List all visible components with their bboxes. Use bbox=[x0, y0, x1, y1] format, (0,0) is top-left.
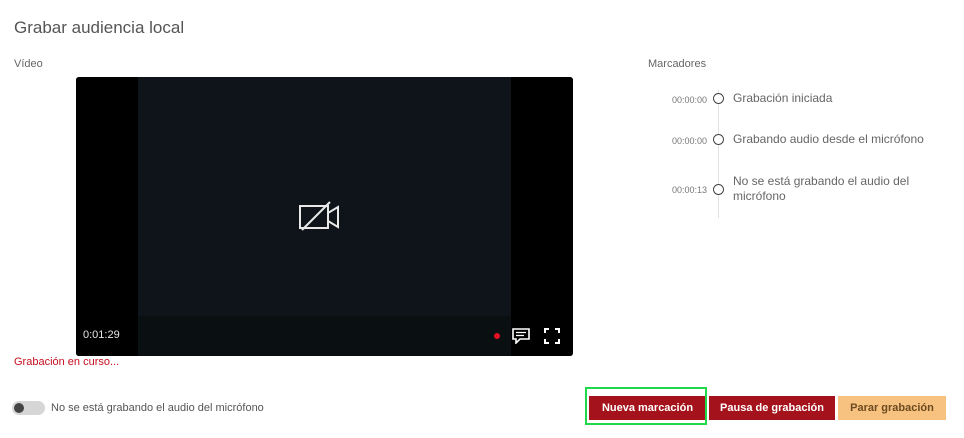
microphone-toggle[interactable] bbox=[12, 401, 45, 415]
marker-text: Grabando audio desde el micrófono bbox=[733, 132, 924, 146]
toggle-knob bbox=[14, 403, 24, 413]
stop-recording-button[interactable]: Parar grabación bbox=[838, 396, 946, 420]
marker-circle-icon bbox=[713, 93, 724, 104]
video-player[interactable]: 0:01:29 bbox=[76, 77, 573, 356]
recording-status: Grabación en curso... bbox=[14, 356, 120, 368]
elapsed-time: 0:01:29 bbox=[83, 329, 120, 341]
marker-time: 00:00:00 bbox=[671, 95, 707, 105]
new-marker-button[interactable]: Nueva marcación bbox=[589, 396, 706, 420]
recording-indicator bbox=[494, 333, 500, 339]
pause-recording-button[interactable]: Pausa de grabación bbox=[709, 396, 835, 420]
video-section-label: Vídeo bbox=[14, 58, 43, 70]
letterbox-left bbox=[76, 77, 138, 356]
camera-off-icon bbox=[299, 201, 339, 231]
marker-time: 00:00:13 bbox=[671, 185, 707, 195]
fullscreen-icon[interactable] bbox=[544, 328, 560, 344]
marker-circle-icon bbox=[713, 184, 724, 195]
microphone-toggle-label: No se está grabando el audio del micrófo… bbox=[51, 402, 264, 414]
letterbox-right bbox=[511, 77, 573, 356]
page-title: Grabar audiencia local bbox=[14, 18, 185, 37]
marker-time: 00:00:00 bbox=[671, 136, 707, 146]
markers-section-label: Marcadores bbox=[648, 58, 707, 70]
marker-circle-icon bbox=[713, 134, 724, 145]
marker-text: No se está grabando el audio del micrófo… bbox=[733, 174, 910, 203]
marker-text: Grabación iniciada bbox=[733, 91, 833, 105]
captions-icon[interactable] bbox=[512, 328, 530, 344]
markers-timeline bbox=[718, 90, 719, 218]
